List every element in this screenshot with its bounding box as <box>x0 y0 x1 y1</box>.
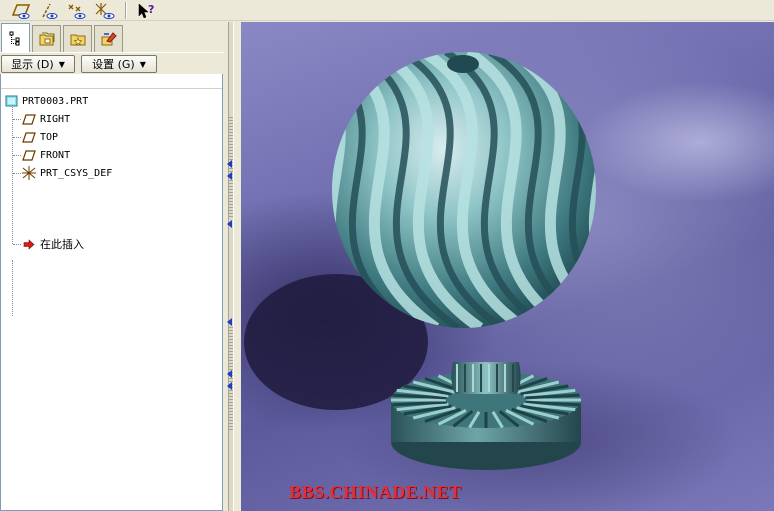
sphere-top-hub <box>447 55 479 73</box>
svg-text:?: ? <box>148 3 154 16</box>
datum-axis-display-icon[interactable] <box>36 1 62 20</box>
tree-options-bar: 显示 (D) ▼ 设置 (G) ▼ <box>0 52 224 74</box>
tree-connector <box>13 119 21 120</box>
red-arrow-icon <box>21 237 37 251</box>
panel-splitter[interactable] <box>224 22 241 511</box>
tab-favorites[interactable] <box>63 25 92 52</box>
connections-icon <box>101 32 117 46</box>
favorites-icon <box>70 34 85 46</box>
tree-item-top[interactable]: TOP <box>21 129 58 145</box>
collapse-left-icon[interactable] <box>227 172 232 180</box>
show-menu-label: 显示 (D) <box>11 58 54 71</box>
navigator-tabs <box>0 22 224 52</box>
datum-plane-icon <box>21 130 37 144</box>
spiral-sphere-model[interactable] <box>241 22 774 511</box>
datum-plane-display-icon[interactable] <box>8 1 34 20</box>
tree-item-label: RIGHT <box>40 113 71 125</box>
coordinate-system-display-icon[interactable] <box>92 1 118 20</box>
chevron-down-icon: ▼ <box>139 59 146 69</box>
settings-menu-button[interactable]: 设置 (G) ▼ <box>81 55 157 73</box>
collapse-left-icon[interactable] <box>227 318 232 326</box>
tree-connector <box>13 137 21 138</box>
collapse-left-icon[interactable] <box>227 160 232 168</box>
tree-item-label: TOP <box>40 131 59 143</box>
show-menu-button[interactable]: 显示 (D) ▼ <box>1 55 75 73</box>
toolbar-separator <box>125 2 127 19</box>
part-icon <box>3 94 19 108</box>
tree-item-label: PRT_CSYS_DEF <box>40 167 113 179</box>
stem <box>451 362 521 394</box>
tab-folder-browser[interactable] <box>32 25 61 52</box>
collapse-left-icon[interactable] <box>227 220 232 228</box>
tree-connector <box>13 155 21 156</box>
datum-point-display-icon[interactable] <box>64 1 90 20</box>
model-tree-panel: PRT0003.PRT RIGHT TOP FRONT PRT_CSYS_DEF… <box>0 74 223 511</box>
tree-root-part[interactable]: PRT0003.PRT <box>3 93 88 109</box>
graphics-window[interactable]: BBS.CHINADE.NET <box>241 22 774 511</box>
chevron-down-icon: ▼ <box>58 59 65 69</box>
splitter-grip[interactable] <box>229 327 233 432</box>
view-toolbar: ? <box>0 0 774 21</box>
tree-connector <box>13 244 21 245</box>
datum-plane-icon <box>21 148 37 162</box>
settings-menu-label: 设置 (G) <box>92 58 135 71</box>
watermark-text: BBS.CHINADE.NET <box>289 482 462 502</box>
tree-item-right[interactable]: RIGHT <box>21 111 70 127</box>
tree-connector <box>12 104 13 244</box>
insert-here-label: 在此插入 <box>40 238 84 251</box>
datum-plane-icon <box>21 112 37 126</box>
insert-here-marker[interactable]: 在此插入 <box>21 236 84 252</box>
context-help-icon[interactable]: ? <box>133 1 159 20</box>
splitter-bar[interactable] <box>228 22 234 511</box>
tree-connector <box>12 260 13 316</box>
tree-item-label: FRONT <box>40 149 71 161</box>
coordinate-system-icon <box>21 166 37 180</box>
tree-connector <box>13 173 21 174</box>
tab-model-tree[interactable] <box>1 23 30 52</box>
model-tree-header <box>1 74 222 89</box>
tab-connections[interactable] <box>94 25 123 52</box>
folder-browser-icon <box>39 32 54 46</box>
model-tree-icon <box>9 31 19 46</box>
collapse-left-icon[interactable] <box>227 382 232 390</box>
tree-root-label: PRT0003.PRT <box>22 95 89 107</box>
collapse-left-icon[interactable] <box>227 370 232 378</box>
tree-item-csys[interactable]: PRT_CSYS_DEF <box>21 165 112 181</box>
tree-item-front[interactable]: FRONT <box>21 147 70 163</box>
